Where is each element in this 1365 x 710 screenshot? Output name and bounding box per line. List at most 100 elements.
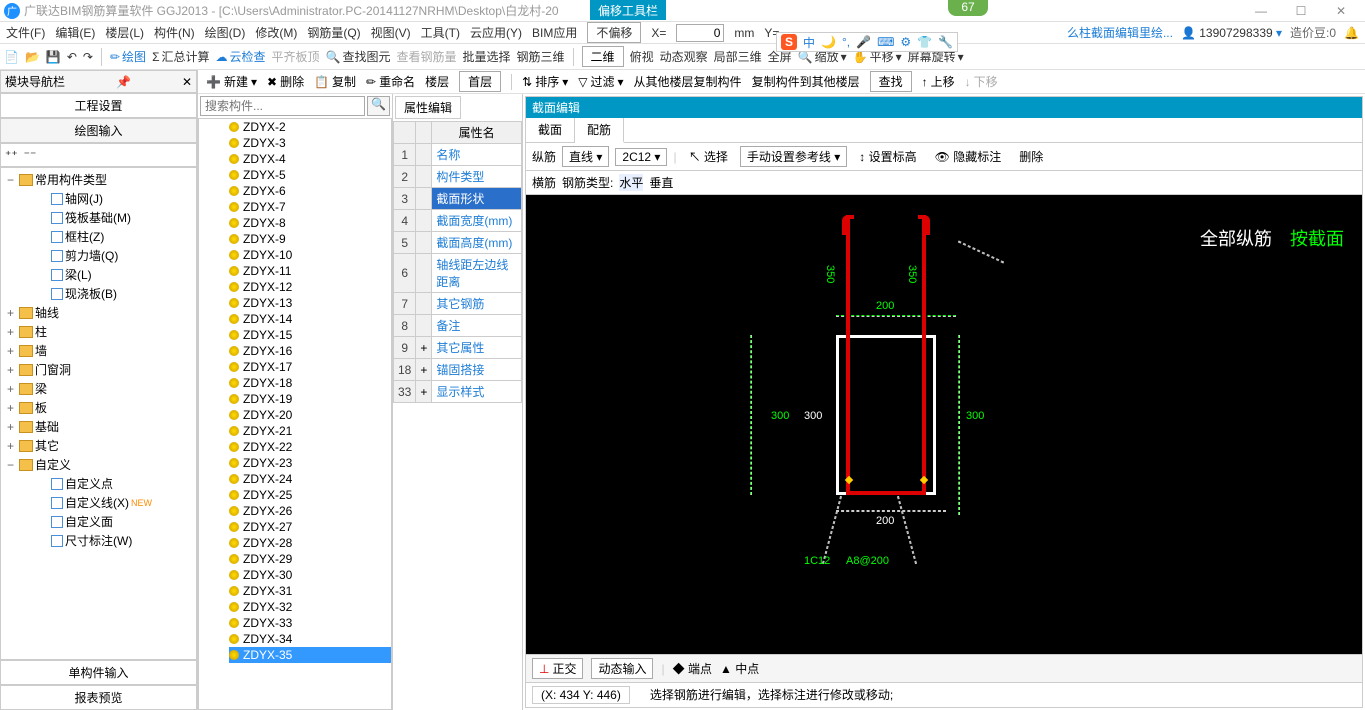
tree-node[interactable]: + 基础	[3, 417, 194, 436]
list-item[interactable]: ZDYX-33	[229, 615, 391, 631]
open-icon[interactable]: 📂	[25, 50, 40, 64]
menu-modify[interactable]: 修改(M)	[255, 24, 297, 41]
list-item[interactable]: ZDYX-20	[229, 407, 391, 423]
list-item[interactable]: ZDYX-18	[229, 375, 391, 391]
list-item[interactable]: ZDYX-4	[229, 151, 391, 167]
tree-leaf[interactable]: 轴网(J)	[3, 189, 194, 208]
cloud-check-button[interactable]: ☁ 云检查	[216, 48, 266, 65]
menu-cloud[interactable]: 云应用(Y)	[470, 24, 522, 41]
copy-to-floor-button[interactable]: 复制构件到其他楼层	[752, 73, 860, 90]
undo-icon[interactable]: ↶	[67, 50, 77, 64]
horizontal-button[interactable]: 水平	[619, 174, 643, 191]
search-button[interactable]: 🔍	[367, 96, 390, 116]
new-button[interactable]: ➕ 新建 ▾	[206, 73, 257, 90]
delete-button[interactable]: ✖ 删除	[267, 73, 304, 90]
rebar-3d-button[interactable]: 钢筋三维	[517, 48, 565, 65]
list-item[interactable]: ZDYX-12	[229, 279, 391, 295]
section-canvas[interactable]: 全部纵筋 按截面 200 350 350 300	[526, 195, 1362, 654]
midpoint-snap[interactable]: ▲ 中点	[720, 660, 759, 677]
list-item[interactable]: ZDYX-25	[229, 487, 391, 503]
list-item[interactable]: ZDYX-19	[229, 391, 391, 407]
line-type-select[interactable]: 直线 ▾	[562, 146, 609, 167]
list-item[interactable]: ZDYX-3	[229, 135, 391, 151]
list-item[interactable]: ZDYX-10	[229, 247, 391, 263]
prop-row[interactable]: 7其它钢筋	[394, 293, 522, 315]
maximize-button[interactable]: ☐	[1281, 4, 1321, 18]
ime-mic-icon[interactable]: 🎤	[856, 35, 871, 49]
tab-section[interactable]: 截面	[526, 118, 575, 142]
tree-node[interactable]: + 其它	[3, 436, 194, 455]
prop-row[interactable]: 4截面宽度(mm)	[394, 210, 522, 232]
tree-leaf[interactable]: 现浇板(B)	[3, 284, 194, 303]
copy-button[interactable]: 📋 复制	[314, 73, 356, 90]
menu-bim[interactable]: BIM应用	[532, 24, 577, 41]
list-item[interactable]: ZDYX-32	[229, 599, 391, 615]
ime-lang[interactable]: 中	[803, 34, 815, 51]
find-select[interactable]: 查找	[870, 71, 912, 92]
list-item[interactable]: ZDYX-31	[229, 583, 391, 599]
ime-bar[interactable]: S 中 🌙 °, 🎤 ⌨ ⚙ 👕 🔧	[776, 32, 958, 52]
eng-settings-button[interactable]: 工程设置	[0, 93, 197, 118]
move-down-button[interactable]: ↓ 下移	[965, 73, 998, 90]
list-item[interactable]: ZDYX-27	[229, 519, 391, 535]
tree-leaf[interactable]: 自定义点	[3, 474, 194, 493]
list-item[interactable]: ZDYX-22	[229, 439, 391, 455]
bell-icon[interactable]: 🔔	[1344, 26, 1359, 40]
x-input[interactable]	[676, 24, 724, 42]
copy-from-floor-button[interactable]: 从其他楼层复制构件	[634, 73, 742, 90]
list-item[interactable]: ZDYX-34	[229, 631, 391, 647]
menu-draw[interactable]: 绘图(D)	[205, 24, 246, 41]
tab-rebar[interactable]: 配筋	[575, 118, 624, 143]
menu-view[interactable]: 视图(V)	[371, 24, 411, 41]
list-item[interactable]: ZDYX-29	[229, 551, 391, 567]
component-tree[interactable]: − 常用构件类型 轴网(J) 筏板基础(M) 框柱(Z) 剪力墙(Q) 梁(L)…	[0, 167, 197, 660]
property-tab[interactable]: 属性编辑	[395, 96, 461, 119]
tree-node[interactable]: − 自定义	[3, 455, 194, 474]
prop-row[interactable]: 5截面高度(mm)	[394, 232, 522, 254]
vertical-button[interactable]: 垂直	[649, 174, 673, 191]
new-doc-icon[interactable]: 📄	[4, 50, 19, 64]
rename-button[interactable]: ✏ 重命名	[366, 73, 415, 90]
list-item[interactable]: ZDYX-7	[229, 199, 391, 215]
list-item[interactable]: ZDYX-8	[229, 215, 391, 231]
align-slab-button[interactable]: 平齐板顶	[272, 48, 320, 65]
notification-badge[interactable]: 67	[948, 0, 988, 16]
property-table[interactable]: 属性名 1名称2构件类型3截面形状4截面宽度(mm)5截面高度(mm)6轴线距左…	[393, 121, 522, 403]
dyn-input-toggle[interactable]: 动态输入	[591, 658, 653, 679]
filter-button[interactable]: ▽ 过滤 ▾	[578, 73, 623, 90]
local-3d-button[interactable]: 局部三维	[714, 48, 762, 65]
user-name[interactable]: 👤 13907298339 ▾	[1181, 26, 1282, 40]
single-input-button[interactable]: 单构件输入	[0, 660, 197, 685]
prop-row[interactable]: 6轴线距左边线距离	[394, 254, 522, 293]
rebar-spec-input[interactable]: 2C12 ▾	[615, 148, 667, 166]
menu-component[interactable]: 构件(N)	[154, 24, 195, 41]
tree-leaf[interactable]: 自定义线(X) NEW	[3, 493, 194, 512]
tree-leaf[interactable]: 自定义面	[3, 512, 194, 531]
prop-row[interactable]: 33+显示样式	[394, 381, 522, 403]
tree-leaf[interactable]: 筏板基础(M)	[3, 208, 194, 227]
list-item[interactable]: ZDYX-24	[229, 471, 391, 487]
menu-floor[interactable]: 楼层(L)	[105, 24, 144, 41]
report-button[interactable]: 报表预览	[0, 685, 197, 710]
hide-label-button[interactable]: 👁 隐藏标注	[929, 147, 1008, 166]
top-view-button[interactable]: 俯视	[630, 48, 654, 65]
list-item[interactable]: ZDYX-16	[229, 343, 391, 359]
list-item[interactable]: ZDYX-21	[229, 423, 391, 439]
prop-row[interactable]: 3截面形状	[394, 188, 522, 210]
find-element-button[interactable]: 🔍 查找图元	[326, 48, 391, 65]
close-button[interactable]: ✕	[1321, 4, 1361, 18]
ime-gear-icon[interactable]: ⚙	[900, 35, 911, 49]
ime-skin-icon[interactable]: 👕	[917, 35, 932, 49]
move-up-button[interactable]: ↑ 上移	[922, 73, 955, 90]
prop-row[interactable]: 9+其它属性	[394, 337, 522, 359]
list-item[interactable]: ZDYX-9	[229, 231, 391, 247]
ref-line-select[interactable]: 手动设置参考线 ▾	[740, 146, 847, 167]
set-elevation-button[interactable]: ↕ 设置标高	[853, 147, 922, 166]
tree-collapse-icon[interactable]: ⁻⁻	[24, 148, 37, 162]
tree-leaf[interactable]: 梁(L)	[3, 265, 194, 284]
help-link[interactable]: 么柱截面编辑里绘...	[1067, 24, 1173, 41]
ime-punct-icon[interactable]: °,	[842, 35, 850, 49]
nav-pin-icon[interactable]: 📌	[116, 75, 131, 89]
tree-leaf[interactable]: 剪力墙(Q)	[3, 246, 194, 265]
tree-leaf[interactable]: 框柱(Z)	[3, 227, 194, 246]
